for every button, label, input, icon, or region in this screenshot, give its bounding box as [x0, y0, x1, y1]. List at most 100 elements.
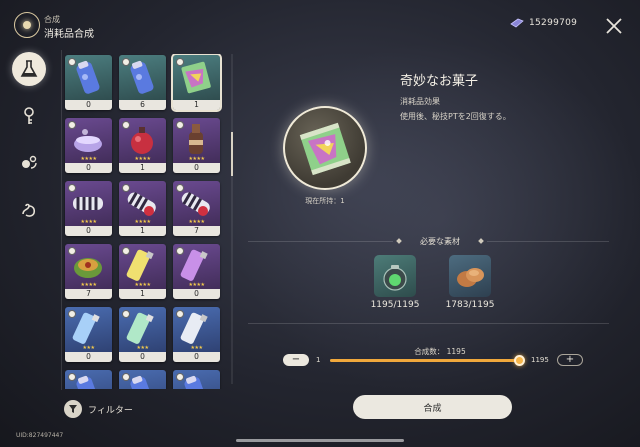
item-tag-icon	[68, 247, 76, 255]
synthesis-logo-icon	[14, 12, 40, 38]
item-tag-icon	[176, 58, 184, 66]
item-tag-icon	[122, 373, 130, 381]
slider-min-label: 1	[316, 356, 321, 364]
item-count: 7	[173, 226, 220, 236]
quantity-slider[interactable]	[330, 359, 520, 362]
decrease-button[interactable]: −	[283, 354, 309, 366]
item-slot[interactable]: ★★★★ 7	[173, 181, 220, 236]
item-slot[interactable]: ★★★★ 1	[119, 181, 166, 236]
craft-quantity-label: 合成数： 1195	[414, 347, 466, 356]
item-count: 0	[65, 226, 112, 236]
item-slot[interactable]: ★★★★ 0	[173, 244, 220, 299]
item-tag-icon	[122, 310, 130, 318]
nav-materials[interactable]	[12, 146, 46, 180]
swirl-orbs-icon	[22, 155, 37, 169]
nav-keys[interactable]	[12, 99, 46, 133]
breadcrumb: 合成	[44, 15, 60, 24]
grid-scrollbar[interactable]	[231, 54, 233, 384]
item-tag-icon	[122, 184, 130, 192]
material-slot-2[interactable]	[449, 255, 491, 297]
item-rarity-stars: ★★★★	[188, 156, 205, 162]
item-count: 1	[119, 226, 166, 236]
filter-label: フィルター	[88, 405, 133, 416]
item-slot[interactable]: ★★★★ 0	[65, 181, 112, 236]
item-slot[interactable]	[173, 370, 220, 389]
item-count: 0	[65, 100, 112, 110]
header: 合成 消耗品合成 15299709	[0, 0, 640, 44]
item-rarity-stars: ★★★	[190, 345, 203, 351]
item-slot[interactable]: ★★★ 0	[173, 307, 220, 362]
item-count: 0	[65, 163, 112, 173]
selected-item-preview	[283, 106, 367, 190]
item-count: 0	[173, 289, 220, 299]
item-count: 0	[173, 163, 220, 173]
item-slot[interactable]: ★★★ 0	[119, 307, 166, 362]
item-rarity-stars: ★★★	[82, 345, 95, 351]
currency-display: 15299709	[510, 18, 577, 28]
close-icon[interactable]	[604, 16, 624, 36]
category-nav	[12, 52, 50, 240]
materials-divider-right	[487, 241, 609, 242]
item-grid: 0 6 1 ★★★★ 0 ★★★★ 1 ★★★★ 0 ★★★★ 0 ★★★★ 1 ★★★★ 7 ★★★★ 7 ★★…	[64, 54, 226, 389]
item-slot[interactable]	[119, 370, 166, 389]
item-tag-icon	[122, 121, 130, 129]
item-rarity-stars: ★★★★	[188, 282, 205, 288]
item-tag-icon	[68, 121, 76, 129]
item-count: 1	[119, 289, 166, 299]
dragon-scroll-icon	[22, 203, 36, 217]
item-slot[interactable]: ★★★★ 7	[65, 244, 112, 299]
item-rarity-stars: ★★★★	[134, 156, 151, 162]
slider-thumb[interactable]	[514, 355, 525, 366]
item-slot[interactable]: ★★★★ 0	[65, 118, 112, 173]
materials-title: 必要な素材	[420, 237, 460, 246]
item-tag-icon	[176, 310, 184, 318]
filter-button[interactable]: フィルター	[64, 400, 133, 418]
item-tag-icon	[68, 373, 76, 381]
item-slot[interactable]: ★★★ 0	[65, 307, 112, 362]
item-slot[interactable]: ★★★★ 0	[173, 118, 220, 173]
item-tag-icon	[122, 58, 130, 66]
home-indicator	[236, 439, 404, 442]
item-count: 0	[65, 352, 112, 362]
item-slot[interactable]: 1	[171, 54, 222, 112]
item-tag-icon	[122, 247, 130, 255]
grid-scroll-thumb[interactable]	[231, 132, 233, 176]
item-rarity-stars: ★★★★	[80, 219, 97, 225]
item-rarity-stars: ★★★★	[134, 282, 151, 288]
slider-max-label: 1195	[531, 356, 549, 364]
owned-count: 現在所持：1	[305, 197, 345, 205]
item-tag-icon	[68, 184, 76, 192]
green-jar-icon	[383, 265, 407, 291]
flask-icon	[20, 60, 38, 77]
crystal-icon	[510, 18, 524, 28]
item-tag-icon	[68, 310, 76, 318]
craft-button[interactable]: 合成	[353, 395, 512, 419]
item-tag-icon	[68, 58, 76, 66]
increase-button[interactable]: +	[557, 354, 583, 366]
snack-bag-icon	[299, 122, 351, 176]
material-count-2: 1783/1195	[445, 300, 495, 310]
materials-divider-left	[248, 241, 393, 242]
nav-special[interactable]	[12, 193, 46, 227]
slider-fill	[330, 359, 520, 362]
nav-consumables[interactable]	[12, 52, 46, 86]
currency-value: 15299709	[529, 18, 578, 28]
material-slot-1[interactable]	[374, 255, 416, 297]
item-slot[interactable]	[65, 370, 112, 389]
item-slot[interactable]: ★★★★ 1	[119, 118, 166, 173]
item-tag-icon	[176, 373, 184, 381]
item-slot[interactable]: 0	[65, 55, 112, 110]
item-description: 使用後、秘技PTを2回復する。	[400, 112, 511, 121]
item-rarity-stars: ★★★★	[188, 219, 205, 225]
item-rarity-stars: ★★★★	[134, 219, 151, 225]
item-slot[interactable]: ★★★★ 1	[119, 244, 166, 299]
filter-icon	[64, 400, 82, 418]
item-rarity-stars: ★★★	[136, 345, 149, 351]
item-slot[interactable]: 6	[119, 55, 166, 110]
item-count: 1	[173, 100, 220, 110]
craft-divider	[248, 323, 609, 324]
bread-icon	[457, 268, 484, 287]
item-count: 7	[65, 289, 112, 299]
item-count: 1	[119, 163, 166, 173]
key-icon	[24, 107, 34, 124]
